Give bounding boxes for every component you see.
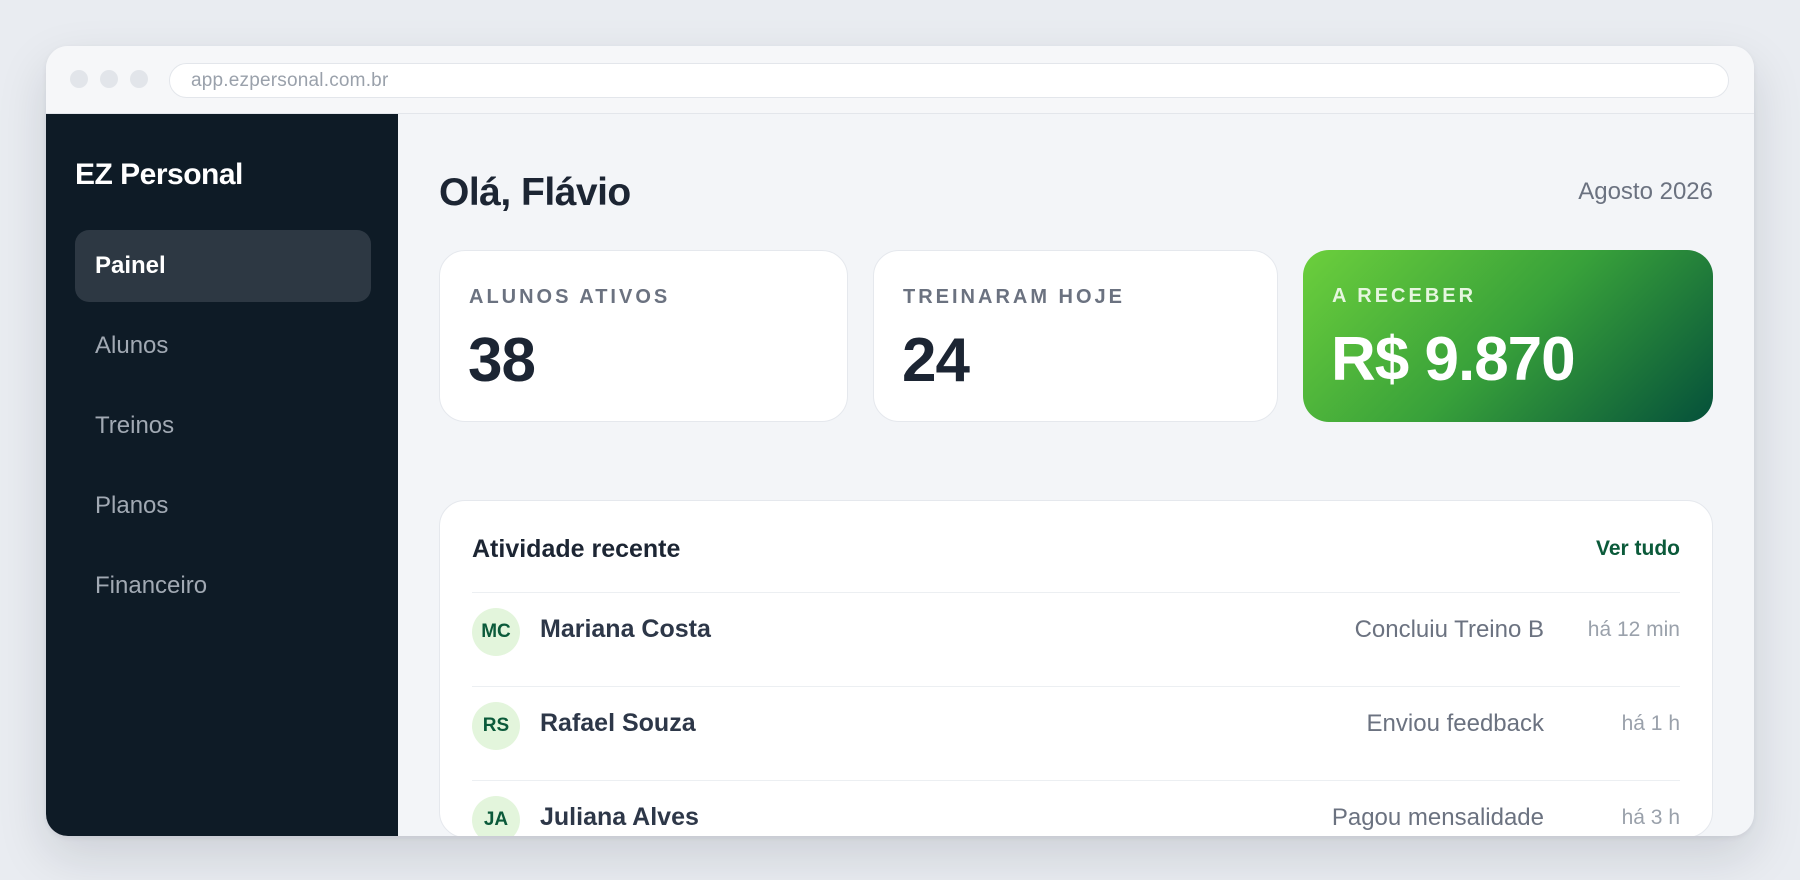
avatar: JA: [472, 796, 520, 836]
student-name: Mariana Costa: [540, 615, 711, 643]
current-period: Agosto 2026: [1578, 178, 1713, 205]
see-all-link[interactable]: Ver tudo: [1596, 537, 1680, 561]
address-bar[interactable]: app.ezpersonal.com.br: [169, 63, 1729, 98]
activity-row[interactable]: RS Rafael Souza Enviou feedback há 1 h: [472, 686, 1680, 780]
activity-description: Pagou mensalidade: [1331, 804, 1544, 831]
sidebar-item-financeiro[interactable]: Financeiro: [75, 550, 371, 622]
browser-window: app.ezpersonal.com.br EZ Personal Painel…: [46, 46, 1754, 836]
browser-chrome: app.ezpersonal.com.br: [46, 46, 1754, 114]
student-name: Rafael Souza: [540, 709, 696, 737]
stat-label: TREINARAM HOJE: [903, 286, 1126, 308]
stat-card-treinaram-hoje: TREINARAM HOJE 24: [873, 250, 1278, 422]
window-close-dot[interactable]: [70, 70, 88, 88]
section-title: Atividade recente: [472, 535, 681, 563]
activity-time: há 12 min: [1587, 618, 1680, 641]
activity-description: Enviou feedback: [1366, 710, 1544, 737]
student-name: Juliana Alves: [540, 803, 699, 831]
sidebar-item-planos[interactable]: Planos: [75, 470, 371, 542]
sidebar-item-treinos[interactable]: Treinos: [75, 390, 371, 462]
stat-value: 38: [468, 326, 536, 395]
avatar: RS: [472, 702, 520, 750]
avatar: MC: [472, 608, 520, 656]
activity-row[interactable]: MC Mariana Costa Concluiu Treino B há 12…: [472, 592, 1680, 686]
stat-value: 24: [902, 326, 970, 395]
sidebar-item-alunos[interactable]: Alunos: [75, 310, 371, 382]
activity-time: há 3 h: [1621, 806, 1680, 829]
activity-row[interactable]: JA Juliana Alves Pagou mensalidade há 3 …: [472, 780, 1680, 836]
page-title: Olá, Flávio: [439, 171, 631, 214]
activity-description: Concluiu Treino B: [1354, 616, 1544, 643]
sidebar-item-painel[interactable]: Painel: [75, 230, 371, 302]
sidebar: EZ Personal Painel Alunos Treinos Planos…: [46, 114, 398, 836]
stat-label: ALUNOS ATIVOS: [469, 286, 671, 308]
stat-label: A RECEBER: [1332, 285, 1477, 307]
window-maximize-dot[interactable]: [130, 70, 148, 88]
stat-card-alunos-ativos: ALUNOS ATIVOS 38: [439, 250, 848, 422]
brand-logo-text: EZ Personal: [75, 158, 243, 191]
main-content: Olá, Flávio Agosto 2026 ALUNOS ATIVOS 38…: [398, 114, 1754, 836]
activity-time: há 1 h: [1621, 712, 1680, 735]
stat-value: R$ 9.870: [1331, 325, 1576, 394]
stat-card-a-receber: A RECEBER R$ 9.870: [1303, 250, 1713, 422]
window-minimize-dot[interactable]: [100, 70, 118, 88]
recent-activity-card: Atividade recente Ver tudo MC Mariana Co…: [439, 500, 1713, 836]
